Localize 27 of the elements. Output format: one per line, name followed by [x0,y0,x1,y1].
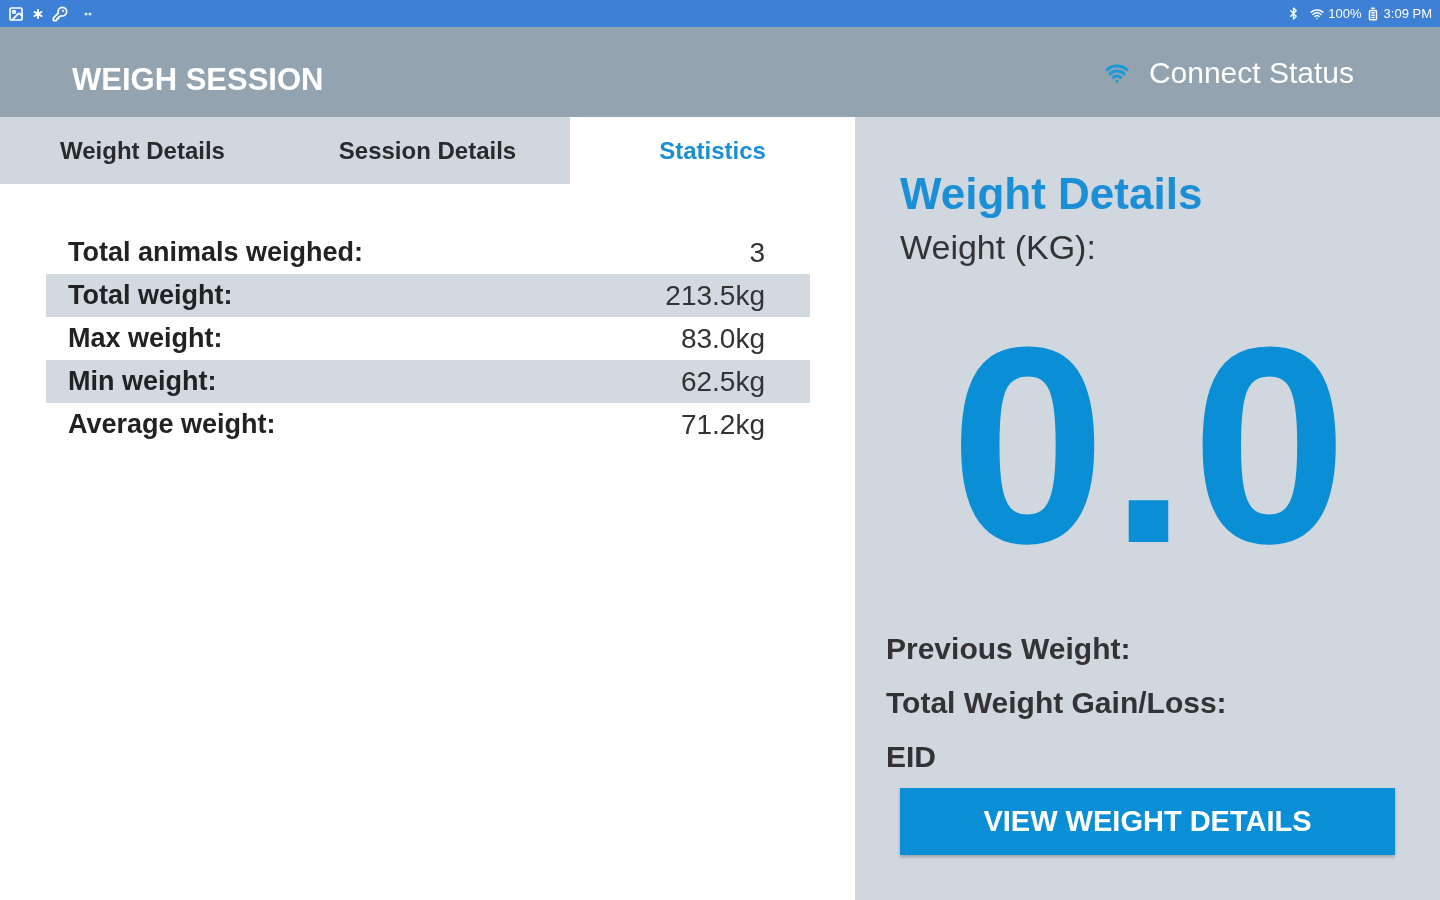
image-icon [8,5,24,22]
dots-icon [84,11,92,16]
field-label: EID [886,742,936,772]
wifi-icon [1310,6,1325,21]
panel-title: Weight Details [900,172,1203,216]
statistic-label: Total animals weighed: [68,239,364,266]
field-label: Previous Weight: [886,634,1131,664]
statistic-value: 3 [749,238,765,267]
statistic-label: Min weight: [68,368,217,395]
statistic-value: 213.5kg [665,281,765,310]
field-label: Total Weight Gain/Loss: [886,688,1227,718]
unit-label: Weight (KG): [900,230,1096,264]
statistic-value: 71.2kg [680,410,765,439]
statistic-label: Total weight: [68,282,233,309]
statistic-value: 62.5kg [680,367,765,396]
statistic-label: Average weight: [68,411,276,438]
key-icon [52,5,68,22]
clock-time: 3:09 PM [1383,7,1432,20]
weight-reading: 0.0 [950,305,1352,585]
statistic-label: Max weight: [68,325,223,352]
app-title: WEIGH SESSION [72,64,324,95]
battery-percent: 100% [1328,7,1362,20]
tab[interactable]: Weight Details [0,117,285,184]
view-weight-details-button[interactable]: VIEW WEIGHT DETAILS [900,788,1395,855]
connect-status-label[interactable]: Connect Status [1148,58,1354,88]
tab[interactable]: Session Details [285,117,570,184]
statistic-value: 83.0kg [680,324,765,353]
